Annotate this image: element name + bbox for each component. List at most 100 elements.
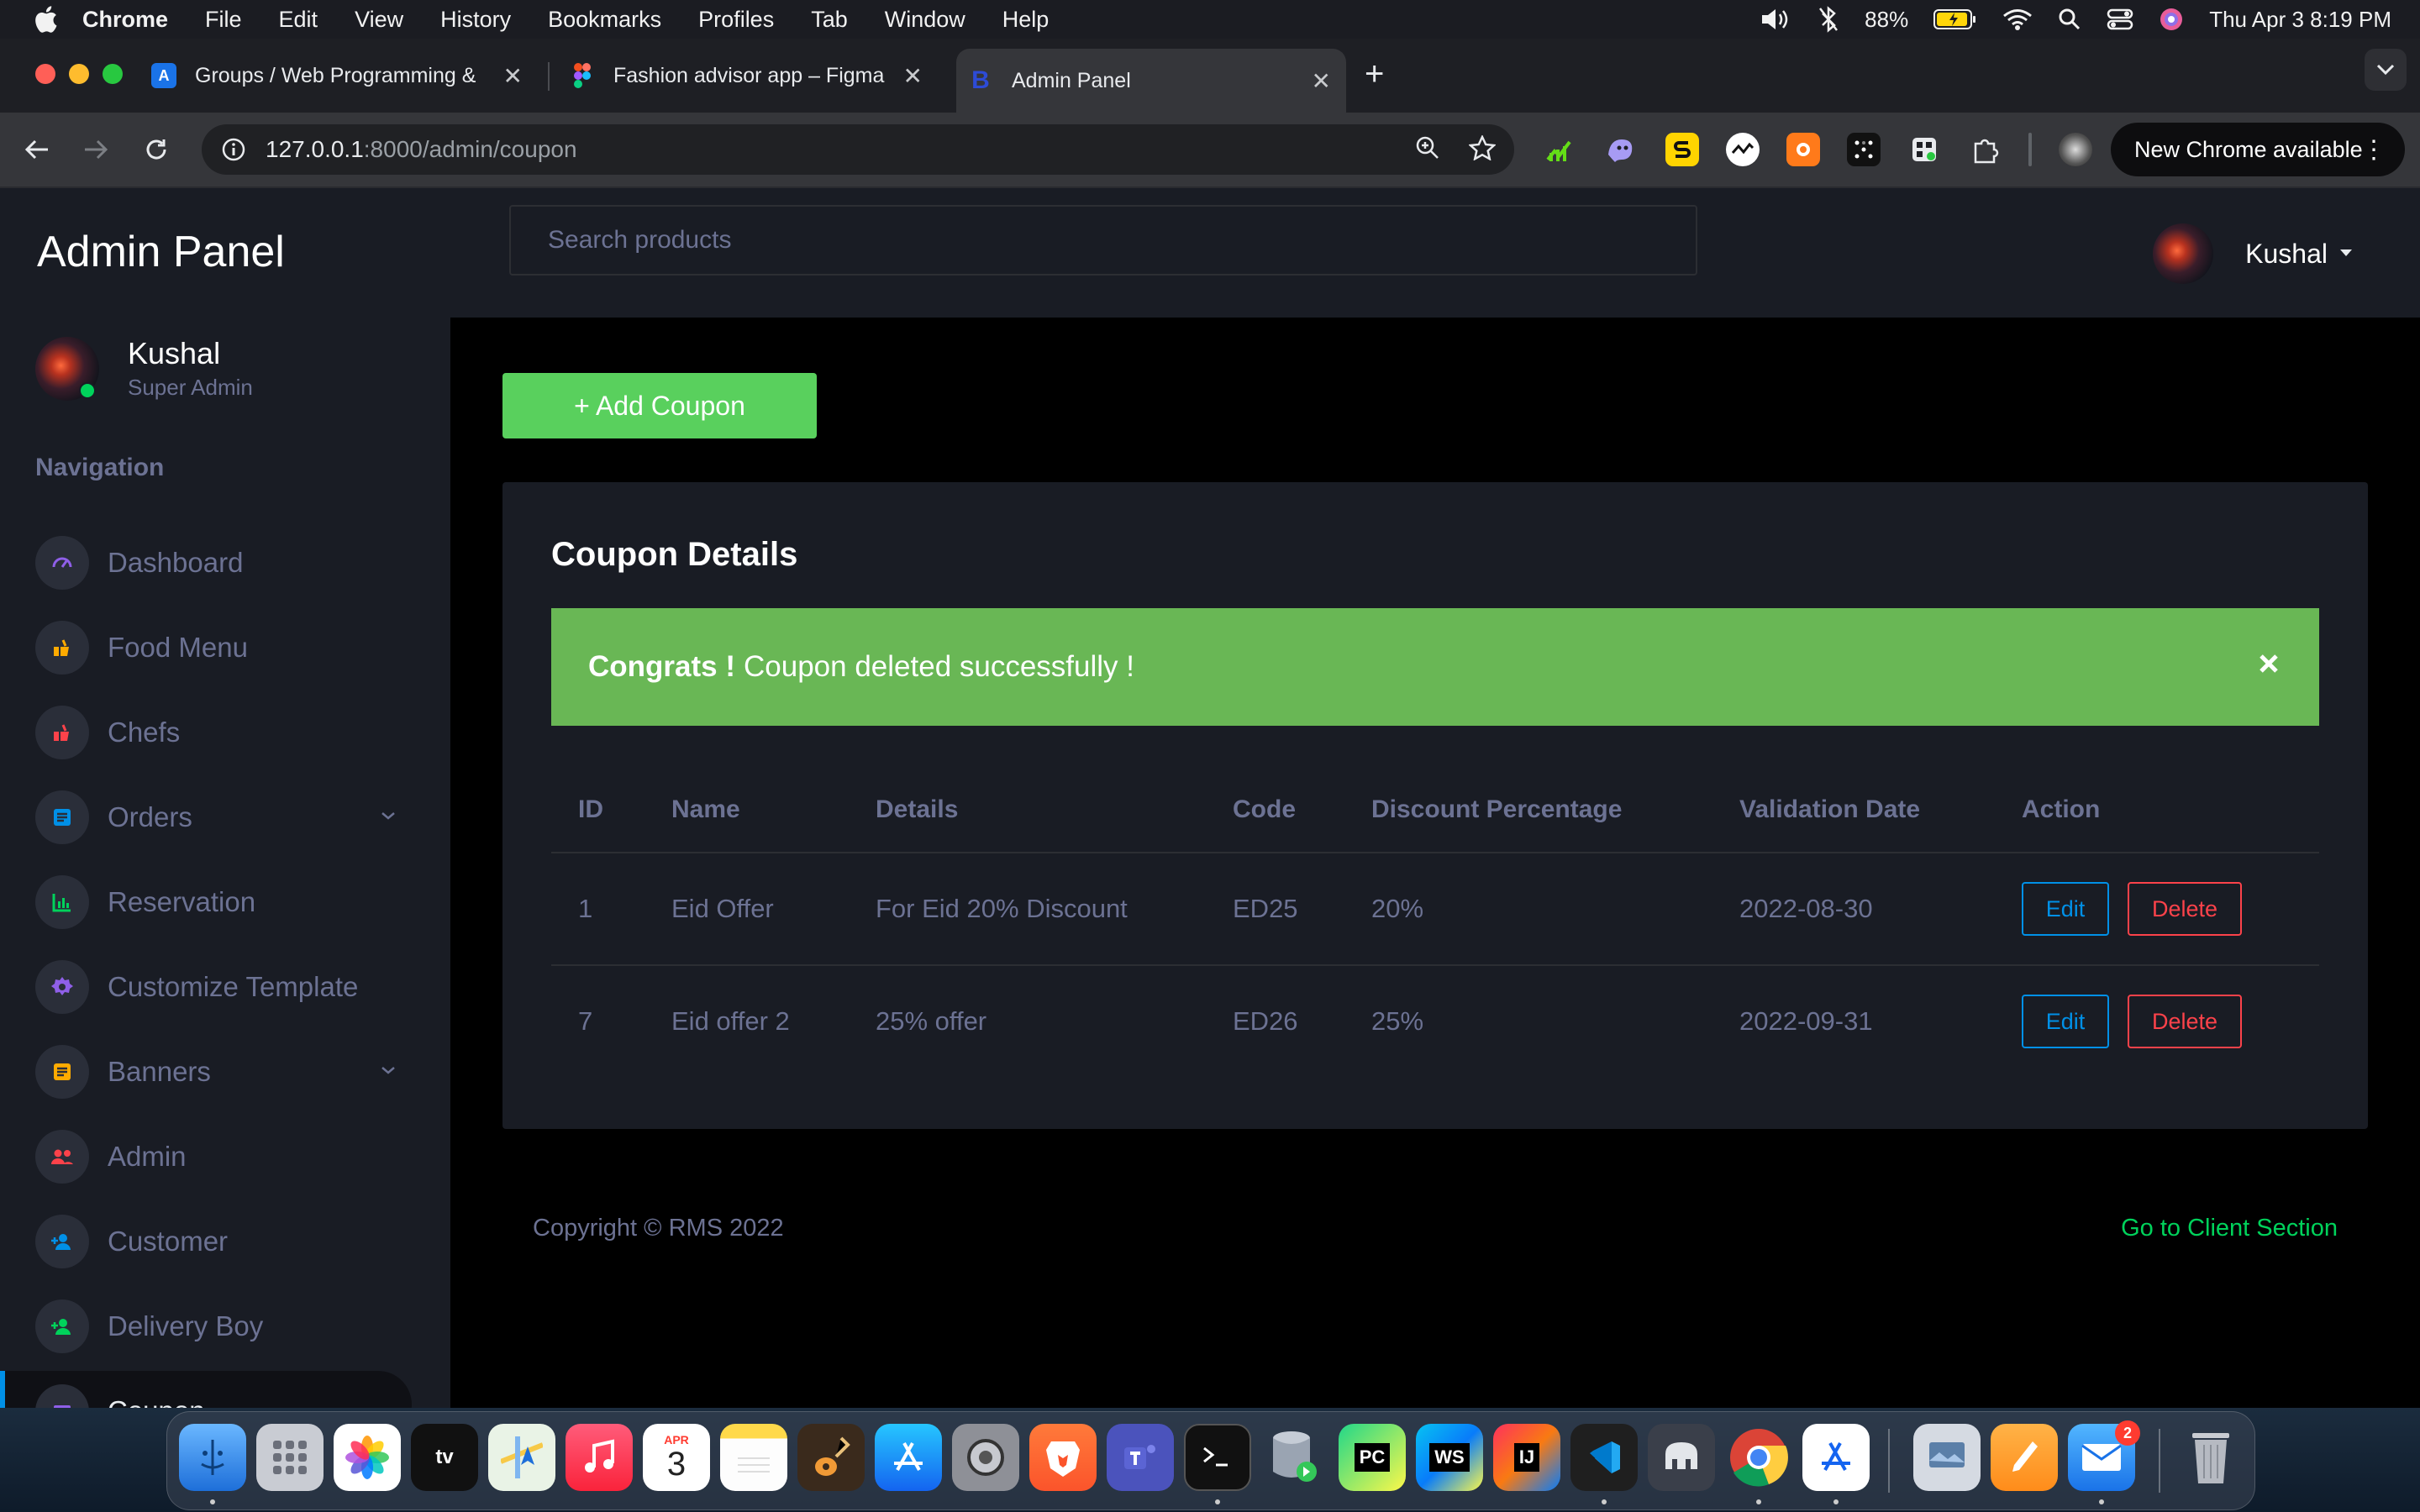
sidebar-item-banners[interactable]: Banners xyxy=(35,1042,397,1101)
photos-icon[interactable] xyxy=(334,1424,401,1491)
close-tab-icon[interactable]: ✕ xyxy=(503,62,523,90)
finder-icon[interactable] xyxy=(179,1424,246,1491)
brand-title[interactable]: Admin Panel xyxy=(37,227,285,277)
sidebar-item-dashboard[interactable]: Dashboard xyxy=(35,533,397,592)
xcode-instruments-icon[interactable] xyxy=(1802,1424,1870,1491)
client-section-link[interactable]: Go to Client Section xyxy=(2121,1215,2338,1242)
close-icon[interactable] xyxy=(2252,647,2286,680)
sidebar-item-reservation[interactable]: Reservation xyxy=(35,873,397,932)
pages-icon[interactable] xyxy=(1991,1424,2058,1491)
tab-figma[interactable]: Fashion advisor app – Figma ✕ xyxy=(551,49,938,102)
mail-icon[interactable]: 2 xyxy=(2068,1420,2140,1491)
extension-dots-icon[interactable] xyxy=(1847,133,1881,166)
volume-icon[interactable] xyxy=(1759,7,1792,32)
search-input[interactable] xyxy=(509,205,1697,276)
sidebar-item-customer[interactable]: Customer xyxy=(35,1212,397,1271)
sidebar-item-delivery-boy[interactable]: Delivery Boy xyxy=(35,1297,397,1356)
sidebar-item-orders[interactable]: Orders xyxy=(35,788,397,847)
extension-chart-icon[interactable] xyxy=(1543,133,1576,166)
chevron-down-icon[interactable] xyxy=(380,1064,397,1079)
extension-ghost-icon[interactable] xyxy=(1603,133,1637,166)
edit-button[interactable]: Edit xyxy=(2022,995,2109,1048)
menu-window[interactable]: Window xyxy=(885,7,965,33)
forward-button[interactable] xyxy=(77,131,114,168)
close-window-icon[interactable] xyxy=(35,64,55,84)
menu-tab[interactable]: Tab xyxy=(811,7,848,33)
teams-icon[interactable] xyxy=(1107,1424,1174,1491)
menu-file[interactable]: File xyxy=(205,7,242,33)
sidebar-item-customize-template[interactable]: Customize Template xyxy=(35,958,397,1016)
menu-view[interactable]: View xyxy=(355,7,403,33)
notes-icon[interactable] xyxy=(720,1424,787,1491)
address-bar[interactable]: 127.0.0.1:8000/admin/coupon xyxy=(202,124,1514,175)
system-settings-icon[interactable] xyxy=(952,1424,1019,1491)
app-store-icon[interactable] xyxy=(875,1424,942,1491)
cell-details: For Eid 20% Discount xyxy=(876,853,1233,966)
launchpad-icon[interactable] xyxy=(256,1424,324,1491)
extensions-puzzle-icon[interactable] xyxy=(1968,133,2002,166)
chevron-down-icon[interactable] xyxy=(380,810,397,825)
bluetooth-off-icon[interactable] xyxy=(1818,6,1839,33)
webstorm-icon[interactable]: WS xyxy=(1416,1424,1483,1491)
menu-help[interactable]: Help xyxy=(1002,7,1050,33)
apple-menu-icon[interactable] xyxy=(27,5,64,34)
extension-grid-icon[interactable] xyxy=(1907,133,1941,166)
pycharm-icon[interactable]: PC xyxy=(1339,1424,1406,1491)
intellij-icon[interactable]: IJ xyxy=(1493,1424,1560,1491)
trash-icon[interactable] xyxy=(2177,1424,2244,1491)
spotlight-search-icon[interactable] xyxy=(2058,8,2081,31)
battery-icon[interactable] xyxy=(1933,8,1977,30)
zoom-icon[interactable] xyxy=(1415,135,1440,165)
apple-tv-icon[interactable]: tv xyxy=(411,1424,478,1491)
delete-button[interactable]: Delete xyxy=(2128,995,2242,1048)
preview-icon[interactable] xyxy=(1913,1424,1981,1491)
reload-button[interactable] xyxy=(138,131,175,168)
site-info-icon[interactable] xyxy=(217,137,250,162)
edit-button[interactable]: Edit xyxy=(2022,882,2109,936)
brave-icon[interactable] xyxy=(1029,1424,1097,1491)
delete-button[interactable]: Delete xyxy=(2128,882,2242,936)
maps-icon[interactable] xyxy=(488,1424,555,1491)
database-icon[interactable] xyxy=(1261,1424,1328,1491)
sidebar-profile[interactable]: Kushal Super Admin xyxy=(35,336,253,401)
profile-avatar-icon[interactable] xyxy=(2059,133,2092,166)
chrome-icon[interactable] xyxy=(1725,1424,1792,1491)
extension-record-icon[interactable] xyxy=(1786,133,1820,166)
control-center-icon[interactable] xyxy=(2107,8,2133,31)
close-tab-icon[interactable]: ✕ xyxy=(1312,67,1331,95)
tab-admin-panel[interactable]: B Admin Panel ✕ xyxy=(956,49,1346,113)
clock[interactable]: Thu Apr 3 8:19 PM xyxy=(2209,7,2391,33)
wifi-icon[interactable] xyxy=(2002,8,2033,31)
garageband-icon[interactable] xyxy=(797,1424,865,1491)
zoom-window-icon[interactable] xyxy=(103,64,123,84)
add-coupon-button[interactable]: + Add Coupon xyxy=(502,373,817,438)
bookmark-star-icon[interactable] xyxy=(1468,134,1497,165)
sidebar-item-food-menu[interactable]: Food Menu xyxy=(35,618,397,677)
sidebar-item-coupon[interactable]: Coupon xyxy=(35,1382,397,1408)
sidebar-item-chefs[interactable]: Chefs xyxy=(35,703,397,762)
menu-bookmarks[interactable]: Bookmarks xyxy=(548,7,661,33)
back-button[interactable] xyxy=(18,131,55,168)
music-icon[interactable] xyxy=(566,1424,633,1491)
tableplus-elephant-icon[interactable] xyxy=(1648,1424,1715,1491)
tab-search-button[interactable] xyxy=(2365,49,2407,91)
calendar-icon[interactable]: APR 3 xyxy=(643,1424,710,1491)
menu-history[interactable]: History xyxy=(440,7,511,33)
vscode-icon[interactable] xyxy=(1570,1424,1638,1491)
tab-groups[interactable]: A Groups / Web Programming & ✕ xyxy=(151,49,538,102)
siri-icon[interactable] xyxy=(2159,7,2184,32)
menu-profiles[interactable]: Profiles xyxy=(698,7,774,33)
url-text[interactable]: 127.0.0.1:8000/admin/coupon xyxy=(266,136,577,163)
menu-app-name[interactable]: Chrome xyxy=(82,7,168,33)
sidebar-item-admin[interactable]: Admin xyxy=(35,1127,397,1186)
user-menu[interactable]: Kushal xyxy=(2153,223,2353,284)
extension-s-icon[interactable] xyxy=(1665,133,1699,166)
minimize-window-icon[interactable] xyxy=(69,64,89,84)
menu-edit[interactable]: Edit xyxy=(279,7,318,33)
close-tab-icon[interactable]: ✕ xyxy=(903,62,923,90)
new-chrome-available-button[interactable]: New Chrome available ⋮ xyxy=(2111,123,2405,176)
extension-wave-icon[interactable] xyxy=(1726,133,1760,166)
more-options-icon[interactable]: ⋮ xyxy=(2361,135,2386,165)
new-tab-button[interactable]: + xyxy=(1365,55,1384,93)
terminal-icon[interactable] xyxy=(1184,1424,1251,1491)
